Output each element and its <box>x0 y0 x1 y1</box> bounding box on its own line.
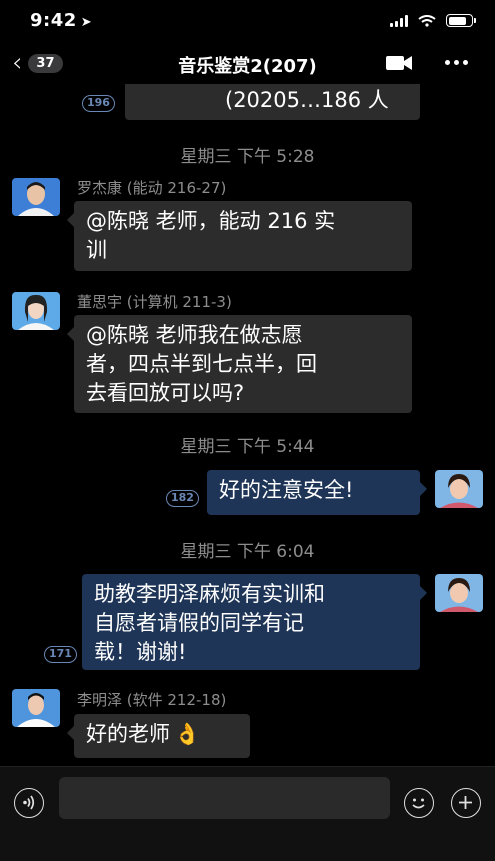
clock-text: 9:42 <box>30 10 77 31</box>
message-bubble[interactable]: 助教李明泽麻烦有实训和 自愿者请假的同学有记 载！谢谢! <box>82 574 427 670</box>
sender-name: 董思宇 (计算机 211-3) <box>77 293 232 311</box>
status-time: 9:42 ➤ <box>30 10 92 31</box>
unread-count-badge: 37 <box>28 53 63 73</box>
message-text: 好的老师 <box>86 722 170 746</box>
chat-title: 音乐鉴赏2(207) <box>178 56 317 77</box>
battery-icon <box>446 14 476 27</box>
message-bubble[interactable]: (20205…186 人 <box>125 84 420 120</box>
sender-name: 李明泽 (软件 212-18) <box>77 691 227 709</box>
message-line: 载！谢谢! <box>94 640 187 664</box>
message-input[interactable] <box>59 777 390 819</box>
back-button[interactable]: ‹ 37 <box>12 50 63 76</box>
ok-hand-emoji: 👌 <box>174 722 201 746</box>
message-bubble[interactable]: 好的老师 👌 <box>67 714 250 758</box>
video-call-icon[interactable] <box>385 54 413 72</box>
message-line: 训 <box>86 238 107 262</box>
wifi-icon <box>418 14 436 27</box>
input-bar <box>0 766 495 861</box>
emoji-icon[interactable] <box>404 788 434 818</box>
chevron-left-icon: ‹ <box>12 48 23 78</box>
signal-icon <box>390 14 408 27</box>
message-line: 助教李明泽麻烦有实训和 <box>94 582 325 606</box>
sender-name: 罗杰康 (能动 216-27) <box>77 179 227 197</box>
read-count-badge[interactable]: 171 <box>44 646 77 663</box>
timestamp: 星期三 下午 5:28 <box>180 147 315 167</box>
voice-icon[interactable] <box>14 788 44 818</box>
message-line: @陈晓 老师我在做志愿 <box>86 323 303 347</box>
message-text: (20205…186 人 <box>225 88 389 112</box>
avatar[interactable] <box>12 292 60 330</box>
location-arrow-icon: ➤ <box>80 15 93 30</box>
avatar[interactable] <box>435 574 483 612</box>
avatar[interactable] <box>12 178 60 216</box>
avatar[interactable] <box>435 470 483 508</box>
message-line: @陈晓 老师，能动 216 实 <box>86 209 336 233</box>
message-bubble[interactable]: @陈晓 老师我在做志愿 者，四点半到七点半，回 去看回放可以吗? <box>67 315 412 413</box>
message-list[interactable]: 196 (20205…186 人 星期三 下午 5:28 罗杰康 (能动 216… <box>0 84 495 766</box>
avatar[interactable] <box>12 689 60 727</box>
message-line: 自愿者请假的同学有记 <box>94 611 304 635</box>
timestamp: 星期三 下午 6:04 <box>180 542 315 562</box>
status-bar: 9:42 ➤ <box>0 0 495 44</box>
message-line: 去看回放可以吗? <box>86 381 245 405</box>
message-text: 好的注意安全! <box>219 478 354 502</box>
read-count-badge[interactable]: 196 <box>82 95 115 112</box>
plus-icon[interactable] <box>451 788 481 818</box>
message-bubble[interactable]: 好的注意安全! <box>207 470 427 515</box>
message-line: 者，四点半到七点半，回 <box>86 352 317 376</box>
timestamp: 星期三 下午 5:44 <box>180 437 315 457</box>
chat-header: ‹ 37 音乐鉴赏2(207) <box>0 44 495 84</box>
read-count-badge[interactable]: 182 <box>166 490 199 507</box>
message-bubble[interactable]: @陈晓 老师，能动 216 实 训 <box>67 201 412 271</box>
status-icons <box>390 14 476 27</box>
more-dots-icon[interactable] <box>445 60 468 65</box>
